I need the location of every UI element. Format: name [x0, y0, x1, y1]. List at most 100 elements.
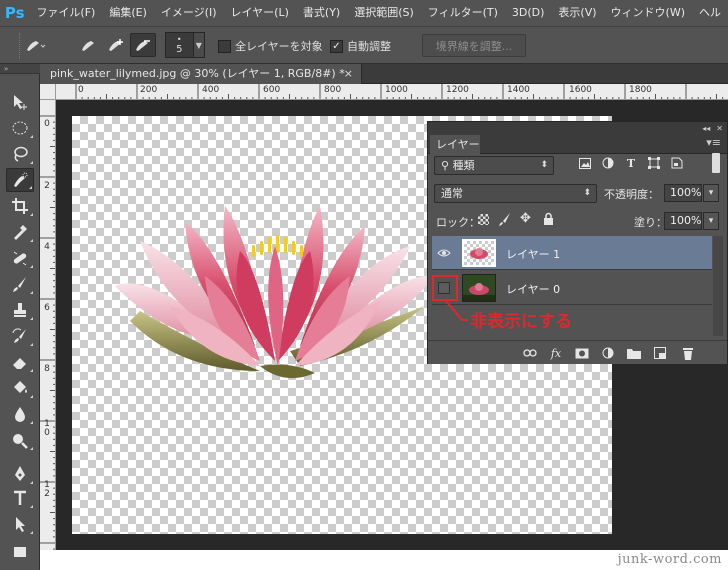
document-title: pink_water_lilymed.jpg @ 30% (レイヤー 1, RG… — [50, 67, 345, 80]
opacity-slider-toggle[interactable]: ▾ — [703, 184, 719, 202]
filter-type-icon[interactable]: T — [624, 156, 638, 170]
new-group-folder-icon[interactable] — [626, 345, 642, 361]
layer-thumbnail — [462, 239, 496, 267]
refine-edge-button[interactable]: 境界線を調整... — [422, 34, 526, 57]
menu-layer[interactable]: レイヤー(L) — [224, 0, 296, 26]
layer-style-fx-icon[interactable]: fx — [548, 345, 564, 361]
filter-adjustment-icon[interactable] — [601, 156, 615, 170]
fill-slider-toggle[interactable]: ▾ — [703, 212, 719, 230]
vertical-ruler[interactable]: 0 2 4 6 8 1 0 1 2 — [40, 100, 56, 550]
eraser-tool-icon[interactable] — [6, 350, 34, 374]
search-icon: ⚲ — [441, 159, 453, 172]
add-to-selection-button[interactable] — [103, 33, 129, 57]
menu-select[interactable]: 選択範囲(S) — [347, 0, 421, 26]
healing-tool-icon[interactable] — [6, 246, 34, 270]
layer-row-layer-1[interactable]: レイヤー 1 — [432, 236, 712, 270]
ruler-origin[interactable] — [40, 84, 56, 100]
delete-layer-trash-icon[interactable] — [680, 345, 696, 361]
filter-toggle-switch[interactable] — [712, 153, 720, 173]
annotation-label: 非表示にする — [470, 312, 573, 332]
marquee-tool-icon[interactable] — [6, 116, 34, 140]
tool-preset-picker[interactable] — [22, 33, 48, 57]
menu-image[interactable]: イメージ(I) — [154, 0, 224, 26]
layer-row-layer-0[interactable]: レイヤー 0 — [432, 271, 712, 305]
link-layers-icon[interactable] — [522, 345, 538, 361]
menu-edit[interactable]: 編集(E) — [102, 0, 154, 26]
close-icon[interactable]: × — [344, 64, 353, 84]
lasso-tool-icon[interactable] — [6, 142, 34, 166]
opacity-label: 不透明度： — [604, 188, 659, 201]
fill-input[interactable]: 100% — [664, 212, 702, 230]
annotation-highlight-box — [432, 275, 458, 301]
move-tool-icon[interactable] — [6, 90, 34, 114]
menu-view[interactable]: 表示(V) — [551, 0, 603, 26]
status-bar: junk-word.com — [40, 550, 728, 570]
ruler-label: 1000 — [385, 85, 408, 95]
pen-tool-icon[interactable] — [6, 462, 34, 486]
layer-name: レイヤー 0 — [506, 283, 561, 296]
lock-all-icon[interactable] — [543, 212, 554, 229]
shape-tool-icon[interactable] — [6, 538, 34, 562]
panel-menu-icon[interactable]: ▾≡ — [706, 136, 721, 149]
photoshop-logo[interactable]: Ps — [0, 0, 29, 26]
blur-tool-icon[interactable] — [6, 402, 34, 426]
panel-header: ◂◂ ✕ — [428, 122, 727, 134]
adjustment-layer-icon[interactable] — [600, 345, 616, 361]
lock-transparency-icon[interactable] — [478, 214, 489, 225]
blend-mode-dropdown[interactable]: 通常 ⬍ — [434, 184, 597, 203]
layer-filter-dropdown[interactable]: ⚲ 種類 ⬍ — [434, 156, 554, 175]
eyedropper-tool-icon[interactable] — [6, 220, 34, 244]
lock-position-icon[interactable]: ✥ — [520, 211, 531, 226]
menu-3d[interactable]: 3D(D) — [505, 0, 552, 26]
path-select-tool-icon[interactable] — [6, 512, 34, 536]
brush-tool-icon[interactable] — [6, 272, 34, 296]
auto-enhance-checkbox[interactable]: ✓ — [330, 39, 343, 53]
menu-help[interactable]: ヘル — [692, 0, 728, 26]
horizontal-ruler[interactable]: 0 200 400 600 800 1000 1200 1400 1600 18… — [56, 84, 728, 100]
filter-smartobject-icon[interactable] — [670, 156, 684, 170]
ruler-label: 1200 — [446, 85, 469, 95]
sample-all-layers-checkbox[interactable] — [218, 39, 231, 53]
ruler-label: 1400 — [507, 85, 530, 95]
brush-subtract-icon — [136, 40, 150, 51]
lock-pixels-icon[interactable] — [498, 212, 512, 229]
layers-panel-footer: fx — [428, 340, 727, 364]
auto-enhance-option[interactable]: ✓ 自動調整 — [330, 38, 391, 54]
subtract-from-selection-button[interactable] — [130, 33, 156, 57]
new-selection-button[interactable] — [76, 33, 102, 57]
watermark: junk-word.com — [617, 552, 722, 567]
layers-scrollbar[interactable] — [713, 236, 723, 336]
brush-size-picker[interactable]: • 5 ▼ — [165, 32, 205, 58]
layer-thumbnail — [462, 274, 496, 302]
document-tab[interactable]: pink_water_lilymed.jpg @ 30% (レイヤー 1, RG… — [40, 64, 362, 84]
chevron-down-icon[interactable]: ▼ — [192, 33, 204, 57]
collapse-panel-icon[interactable]: ◂◂ — [702, 124, 710, 133]
water-lily-image — [115, 206, 435, 379]
ruler-label: 1 0 — [44, 419, 50, 438]
new-layer-icon[interactable] — [652, 345, 668, 361]
ruler-label: 400 — [202, 85, 220, 95]
visibility-eye-icon[interactable] — [436, 245, 452, 261]
add-mask-icon[interactable] — [574, 345, 590, 361]
bucket-tool-icon[interactable] — [6, 376, 34, 400]
history-brush-icon[interactable] — [6, 324, 34, 348]
quick-select-tool-icon[interactable] — [6, 168, 34, 192]
dodge-tool-icon[interactable] — [6, 428, 34, 452]
menu-window[interactable]: ウィンドウ(W) — [604, 0, 692, 26]
filter-shape-icon[interactable] — [647, 156, 661, 170]
filter-pixel-icon[interactable] — [578, 156, 592, 170]
sample-all-layers-option[interactable]: 全レイヤーを対象 — [218, 38, 323, 54]
menu-file[interactable]: ファイル(F) — [29, 0, 102, 26]
close-panel-icon[interactable]: ✕ — [716, 124, 723, 133]
brush-new-icon — [82, 41, 94, 51]
tab-layers[interactable]: レイヤー — [430, 135, 480, 154]
brush-size-value: 5 — [176, 44, 183, 55]
type-tool-icon[interactable] — [6, 486, 34, 510]
toolbar-collapse-icon[interactable]: » — [0, 64, 40, 74]
stamp-tool-icon[interactable] — [6, 298, 34, 322]
menu-type[interactable]: 書式(Y) — [296, 0, 347, 26]
menu-filter[interactable]: フィルター(T) — [421, 0, 505, 26]
blend-mode-value: 通常 — [441, 187, 463, 200]
crop-tool-icon[interactable] — [6, 194, 34, 218]
opacity-input[interactable]: 100% — [664, 184, 702, 202]
